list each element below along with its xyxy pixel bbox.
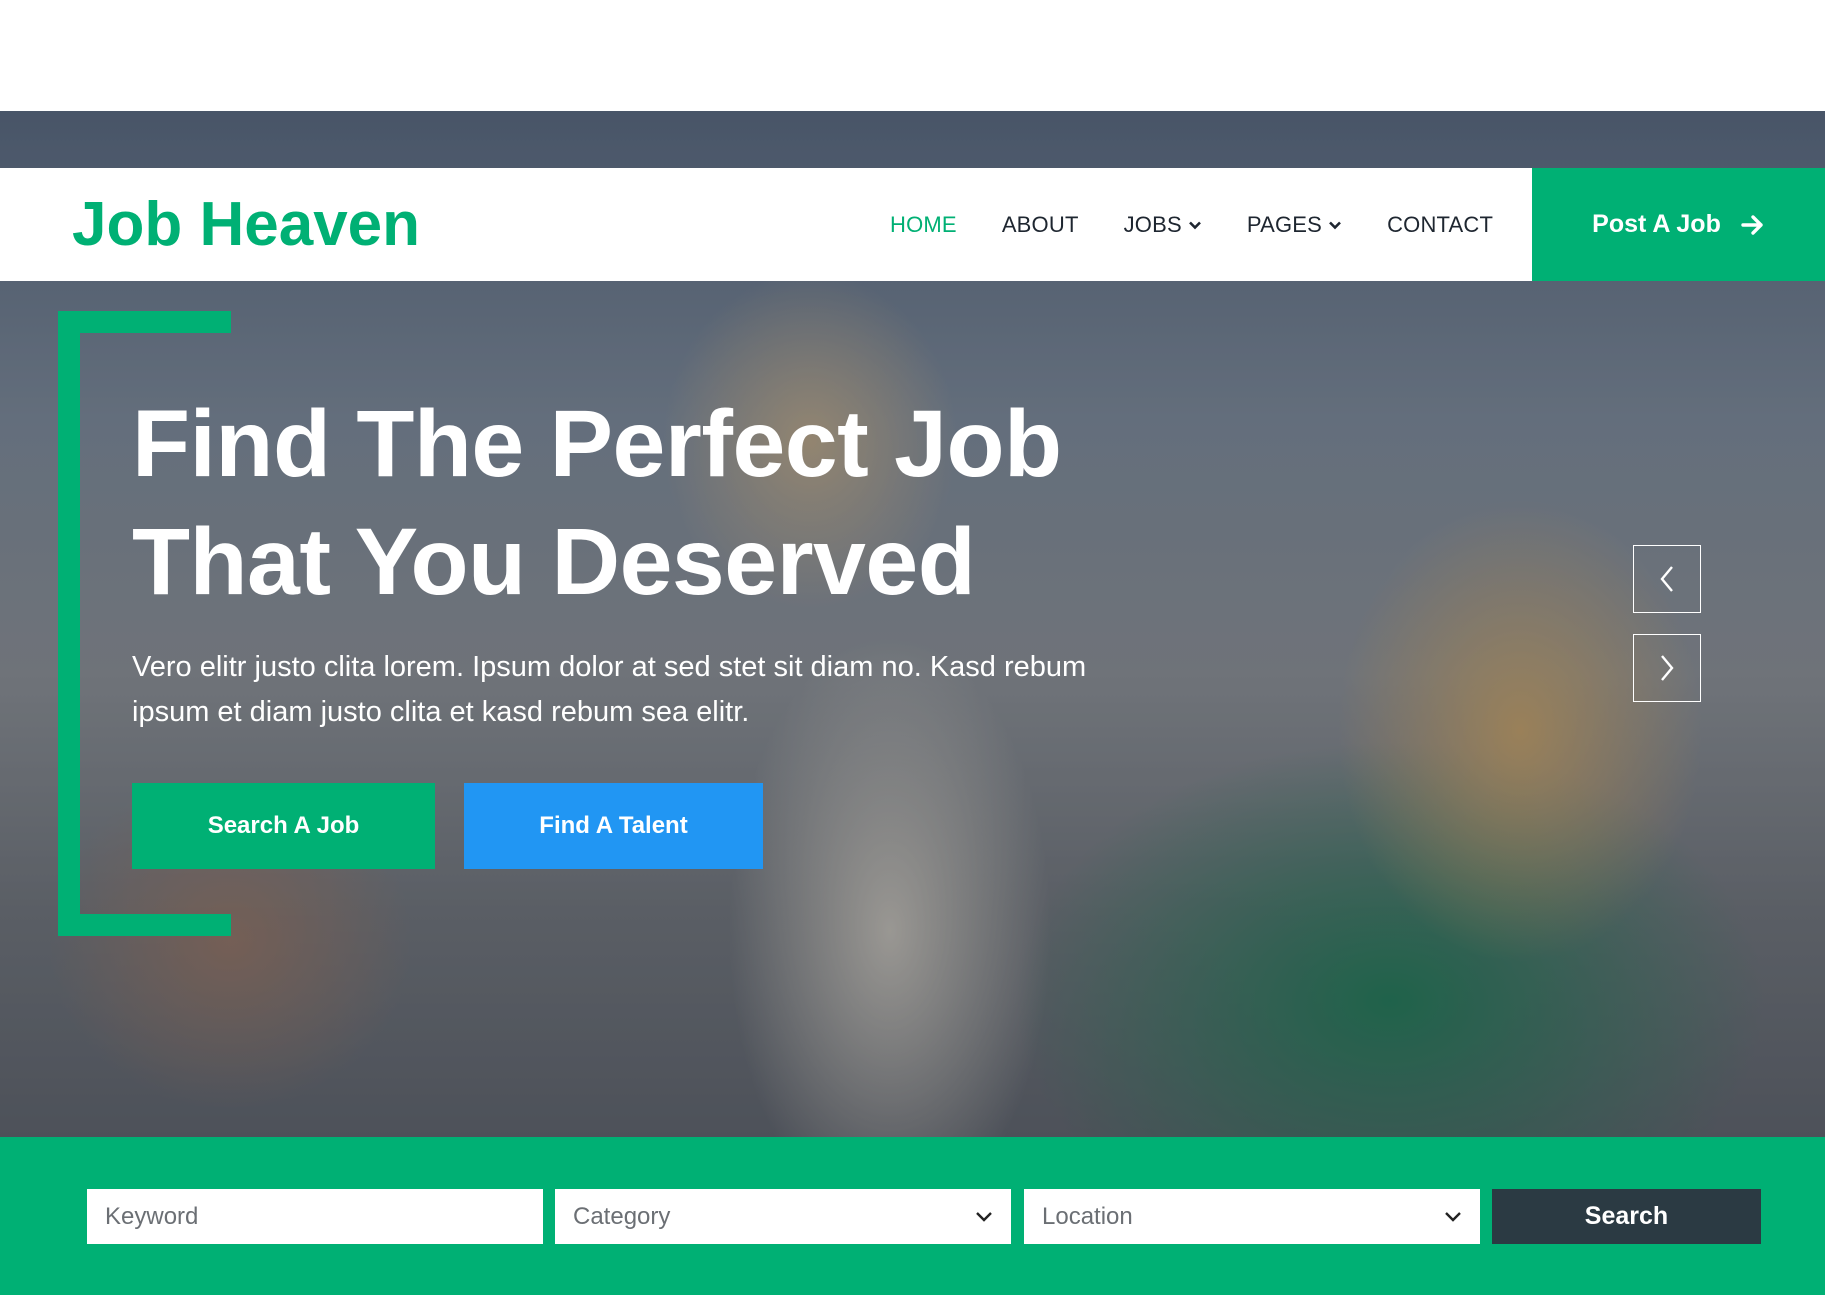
nav-links: HOME ABOUT JOBS PAGES CONTACT	[890, 168, 1538, 281]
search-button[interactable]: Search	[1492, 1189, 1761, 1244]
chevron-down-icon	[1329, 221, 1341, 229]
chevron-down-icon	[1188, 221, 1201, 229]
hero-title-line-1: Find The Perfect Job	[132, 391, 1062, 497]
arrow-right-icon	[1741, 214, 1763, 235]
nav-item-label: HOME	[890, 211, 957, 237]
carousel-prev-button[interactable]	[1633, 545, 1701, 613]
chevron-down-icon	[1445, 1211, 1461, 1222]
hero-title: Find The Perfect Job That You Deserved	[132, 385, 1232, 621]
navbar: Job Heaven HOME ABOUT JOBS PAGES CONTACT…	[0, 168, 1825, 281]
post-job-button[interactable]: Post A Job	[1532, 168, 1825, 281]
hero-description: Vero elitr justo clita lorem. Ipsum dolo…	[132, 651, 1087, 728]
nav-item-label: PAGES	[1246, 211, 1323, 237]
search-a-job-button[interactable]: Search A Job	[132, 783, 435, 869]
nav-item-home[interactable]: HOME	[890, 212, 957, 238]
nav-item-label: CONTACT	[1387, 211, 1494, 237]
search-button-label: Search	[1584, 1202, 1669, 1230]
chevron-down-icon	[976, 1211, 992, 1222]
keyword-field	[87, 1189, 543, 1244]
keyword-input[interactable]	[105, 1189, 525, 1244]
carousel-next-button[interactable]	[1633, 634, 1701, 702]
nav-item-jobs[interactable]: JOBS	[1124, 212, 1202, 238]
search-a-job-label: Search A Job	[207, 812, 360, 839]
nav-item-about[interactable]: ABOUT	[1002, 212, 1079, 238]
nav-item-label: ABOUT	[1001, 211, 1079, 237]
nav-item-label: JOBS	[1123, 211, 1182, 237]
chevron-left-icon	[1660, 566, 1673, 592]
chevron-right-icon	[1661, 655, 1674, 681]
location-select[interactable]: Location	[1024, 1189, 1480, 1244]
nav-item-pages[interactable]: PAGES	[1247, 212, 1342, 238]
category-selected-value: Category	[573, 1202, 671, 1230]
brand-logo[interactable]: Job Heaven	[72, 190, 420, 256]
hero-title-line-2: That You Deserved	[132, 509, 976, 615]
category-select[interactable]: Category	[555, 1189, 1011, 1244]
page: Job Heaven HOME ABOUT JOBS PAGES CONTACT…	[0, 0, 1825, 1295]
location-selected-value: Location	[1042, 1202, 1133, 1230]
nav-item-contact[interactable]: CONTACT	[1387, 212, 1493, 238]
job-search-bar: Category Location Search	[0, 1137, 1825, 1295]
find-a-talent-button[interactable]: Find A Talent	[464, 783, 763, 869]
find-a-talent-label: Find A Talent	[539, 812, 688, 839]
post-job-label: Post A Job	[1592, 210, 1721, 238]
